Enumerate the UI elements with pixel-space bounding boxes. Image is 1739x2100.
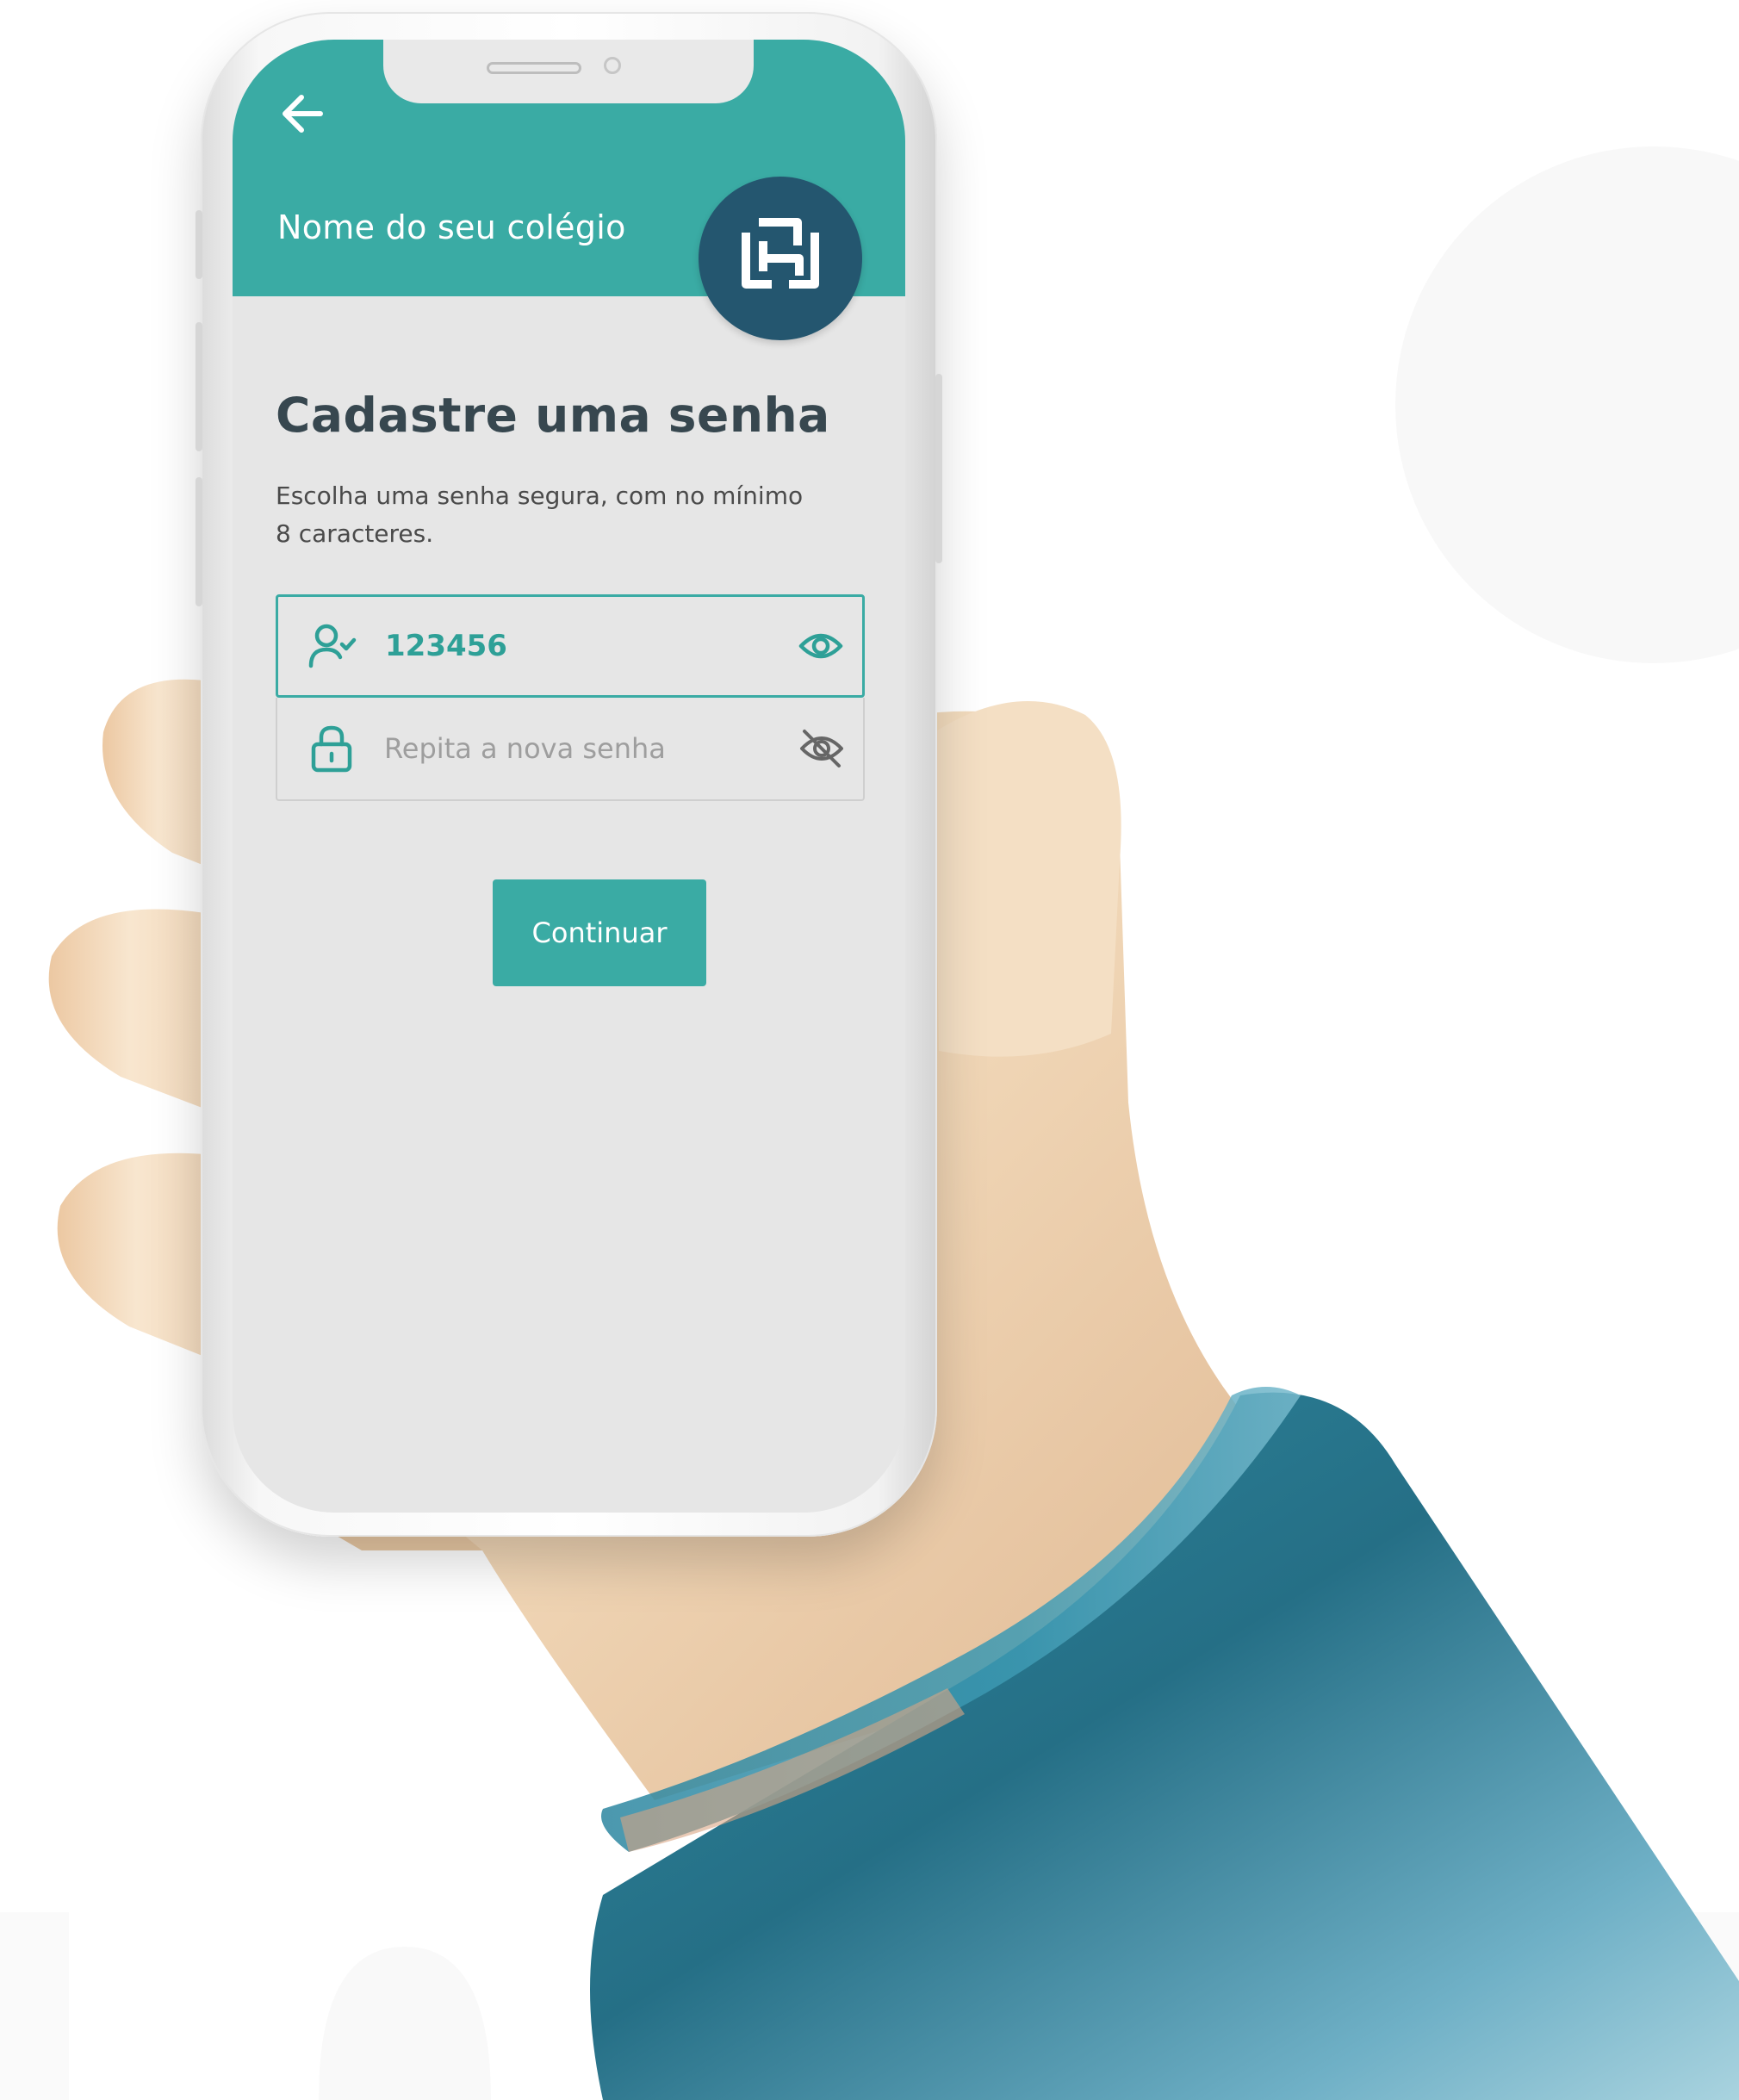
school-name: Nome do seu colégio xyxy=(277,208,626,246)
instructions-line-2: 8 caracteres. xyxy=(276,519,434,548)
phone-device: Nome do seu colégio Cadastre uma senha E… xyxy=(196,12,942,1537)
bg-circle-shape xyxy=(1395,146,1739,663)
volume-up-button xyxy=(196,322,202,451)
lock-icon xyxy=(311,725,352,773)
front-camera xyxy=(604,57,621,74)
school-logo-icon xyxy=(742,218,819,289)
user-check-icon xyxy=(308,624,357,668)
phone-notch xyxy=(383,40,754,103)
phone-screen: Nome do seu colégio Cadastre uma senha E… xyxy=(233,40,905,1513)
password-input[interactable] xyxy=(383,628,766,664)
confirm-password-input[interactable] xyxy=(382,731,765,766)
continue-button[interactable]: Continuar xyxy=(493,879,706,986)
page-title: Cadastre uma senha xyxy=(276,388,830,443)
power-button xyxy=(935,374,942,563)
school-logo xyxy=(699,177,862,340)
password-field[interactable] xyxy=(276,594,865,698)
instructions-line-1: Escolha uma senha segura, com no mínimo xyxy=(276,482,804,510)
speaker-grille xyxy=(487,62,581,74)
mute-switch xyxy=(196,210,202,279)
eye-icon[interactable] xyxy=(797,622,845,670)
arrow-left-icon[interactable] xyxy=(276,87,329,140)
eye-off-icon[interactable] xyxy=(798,724,846,773)
scene: Nome do seu colégio Cadastre uma senha E… xyxy=(0,0,1739,2100)
confirm-password-field[interactable] xyxy=(276,698,865,801)
finger-1 xyxy=(102,679,215,870)
instructions-text: Escolha uma senha segura, com no mínimo … xyxy=(276,477,827,553)
finger-2 xyxy=(48,909,211,1111)
volume-down-button xyxy=(196,477,202,606)
finger-3 xyxy=(57,1153,216,1361)
